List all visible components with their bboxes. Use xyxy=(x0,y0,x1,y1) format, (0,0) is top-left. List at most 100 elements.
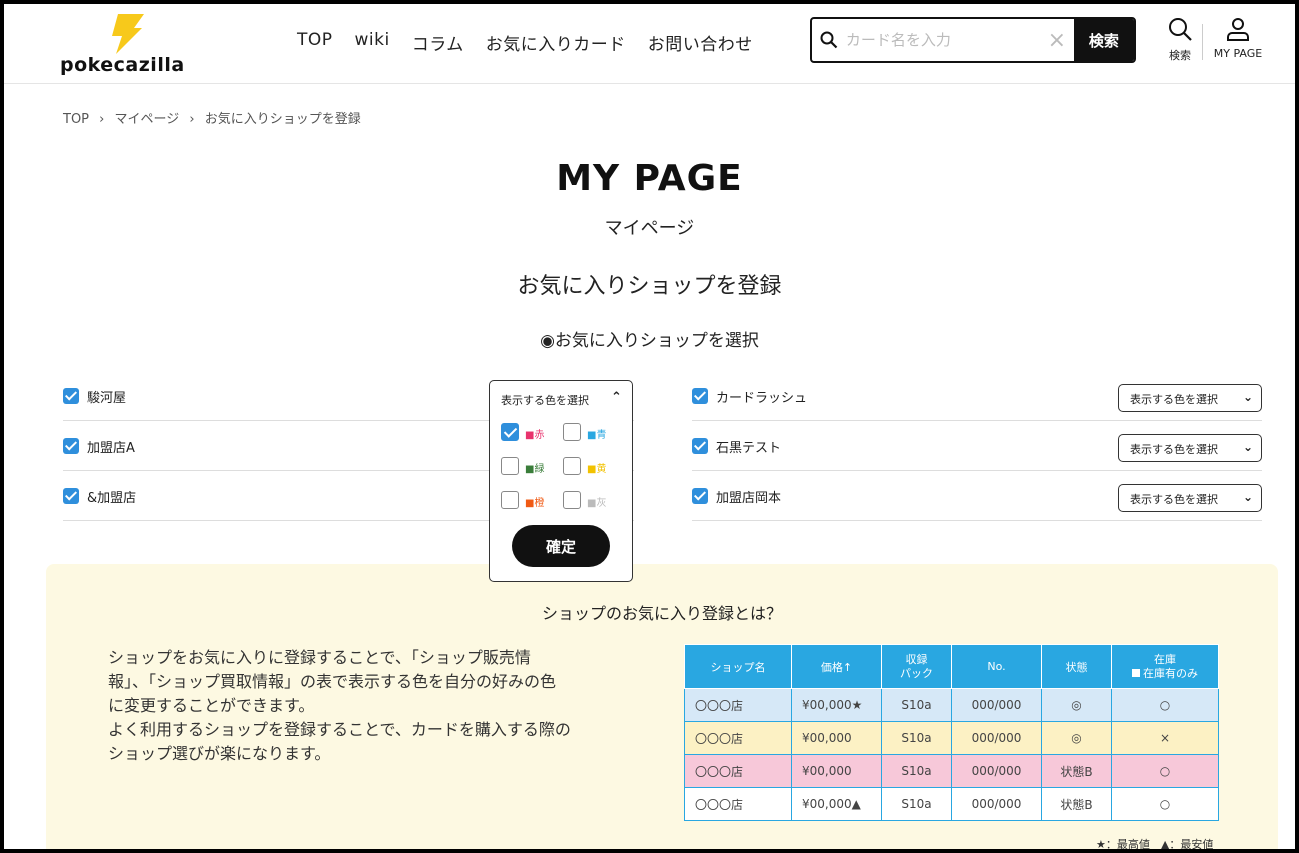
color-option-label: ■灰 xyxy=(587,498,607,509)
color-option-checkbox[interactable] xyxy=(563,457,581,475)
shop-name: &加盟店 xyxy=(87,491,137,506)
info-text-line: ショップをお気に入りに登録することで、「ショップ販売情 xyxy=(108,648,531,667)
site-header: pokecazilla TOP wiki コラム お気に入りカード お問い合わせ… xyxy=(4,4,1295,84)
table-row: 〇〇〇店 ¥00,000▲ S10a 000/000 状態B ○ xyxy=(684,787,1219,821)
shop-checkbox[interactable] xyxy=(63,388,79,404)
table-cell: S10a xyxy=(881,787,952,821)
info-text-line: ショップ選びが楽になります。 xyxy=(108,744,331,763)
table-cell: 状態B xyxy=(1041,787,1112,821)
table-header: ショップ名 xyxy=(684,644,792,689)
table-cell: S10a xyxy=(881,754,952,788)
info-text-line: に変更することができます。 xyxy=(108,696,315,715)
table-cell: ¥00,000 xyxy=(791,721,882,755)
confirm-button[interactable]: 確定 xyxy=(512,525,610,567)
mypage-label: MY PAGE xyxy=(1213,47,1263,60)
info-box: ショップのお気に入り登録とは？ ショップをお気に入りに登録することで、「ショップ… xyxy=(46,564,1278,849)
stock-filter-label: 在庫有のみ xyxy=(1143,666,1198,680)
search-icon xyxy=(812,19,846,61)
breadcrumb-separator: › xyxy=(189,112,195,127)
table-cell: 000/000 xyxy=(951,754,1042,788)
shop-checkbox[interactable] xyxy=(692,388,708,404)
table-cell: ◎ xyxy=(1041,721,1112,755)
search-bar: × 検索 xyxy=(810,17,1136,63)
table-row: 〇〇〇店 ¥00,000 S10a 000/000 ◎ × xyxy=(684,721,1219,755)
shop-checkbox[interactable] xyxy=(692,438,708,454)
table-cell: 状態B xyxy=(1041,754,1112,788)
search-button[interactable]: 検索 xyxy=(1073,19,1134,61)
color-option-label: ■青 xyxy=(587,430,607,441)
shop-checkbox[interactable] xyxy=(63,488,79,504)
nav-column[interactable]: コラム xyxy=(412,30,464,55)
site-logo[interactable]: pokecazilla xyxy=(60,14,184,76)
breadcrumb-current: お気に入りショップを登録 xyxy=(204,112,361,127)
color-select-label: 表示する色を選択 xyxy=(1130,393,1218,406)
chevron-up-icon: ⌃ xyxy=(611,390,622,405)
breadcrumb: TOP › マイページ › お気に入りショップを登録 xyxy=(63,108,367,127)
table-cell: 〇〇〇店 xyxy=(684,721,792,755)
info-text-line: 報」、「ショップ買取情報」の表で表示する色を自分の好みの色 xyxy=(108,672,557,691)
table-row: 〇〇〇店 ¥00,000★ S10a 000/000 ◎ ○ xyxy=(684,688,1219,722)
breadcrumb-mypage[interactable]: マイページ xyxy=(115,112,180,127)
shop-name: 加盟店A xyxy=(87,441,135,456)
chevron-down-icon: ⌄ xyxy=(1242,440,1253,454)
nav-top[interactable]: TOP xyxy=(297,30,333,55)
header-divider xyxy=(1202,24,1203,60)
color-dropdown-label: 表示する色を選択 xyxy=(501,394,589,407)
shop-name: カードラッシュ xyxy=(716,391,808,406)
chevron-down-icon: ⌄ xyxy=(1242,390,1253,404)
table-cell: 〇〇〇店 xyxy=(684,688,792,722)
color-dropdown-popup: 表示する色を選択 ⌃ ■赤 ■青 ■緑 ■黄 ■橙 ■灰 確定 xyxy=(489,380,633,582)
stock-filter: 在庫有のみ xyxy=(1112,667,1218,681)
select-heading: ◉お気に入りショップを選択 xyxy=(540,331,759,351)
main-nav: TOP wiki コラム お気に入りカード お問い合わせ xyxy=(297,30,775,55)
table-header: No. xyxy=(951,644,1042,689)
table-cell: 000/000 xyxy=(951,787,1042,821)
color-select[interactable]: 表示する色を選択 ⌄ xyxy=(1118,484,1262,512)
nav-favorite-cards[interactable]: お気に入りカード xyxy=(486,30,626,55)
breadcrumb-top[interactable]: TOP xyxy=(63,112,89,127)
color-select-label: 表示する色を選択 xyxy=(1130,493,1218,506)
color-dropdown-header[interactable]: 表示する色を選択 ⌃ xyxy=(501,390,622,408)
table-cell: × xyxy=(1111,721,1219,755)
color-option-checkbox[interactable] xyxy=(563,491,581,509)
shop-row: 石黒テスト 表示する色を選択 ⌄ xyxy=(692,421,1262,471)
header-search-link[interactable]: 検索 xyxy=(1150,16,1210,63)
shop-checkbox[interactable] xyxy=(692,488,708,504)
color-option-checkbox[interactable] xyxy=(563,423,581,441)
page-subtitle: マイページ xyxy=(604,218,695,239)
table-header: 状態 xyxy=(1041,644,1112,689)
mypage-link[interactable]: MY PAGE xyxy=(1208,16,1268,60)
color-option-label: ■黄 xyxy=(587,464,607,475)
color-option-label: ■緑 xyxy=(525,464,545,475)
search-icon xyxy=(1169,18,1192,41)
shop-name: 駿河屋 xyxy=(87,391,127,406)
section-title: お気に入りショップを登録 xyxy=(517,274,782,299)
table-cell: ¥00,000 xyxy=(791,754,882,788)
nav-contact[interactable]: お問い合わせ xyxy=(648,30,753,55)
table-cell: S10a xyxy=(881,721,952,755)
breadcrumb-separator: › xyxy=(99,112,105,127)
nav-wiki[interactable]: wiki xyxy=(355,30,390,55)
table-cell: 〇〇〇店 xyxy=(684,754,792,788)
info-text-line: よく利用するショップを登録することで、カードを購入する際の xyxy=(108,720,571,739)
shop-row: 加盟店岡本 表示する色を選択 ⌄ xyxy=(692,471,1262,521)
color-option-checkbox[interactable] xyxy=(501,457,519,475)
clear-icon[interactable]: × xyxy=(1040,19,1074,61)
table-cell: ¥00,000★ xyxy=(791,688,882,722)
shop-name: 石黒テスト xyxy=(716,441,782,456)
color-option-checkbox[interactable] xyxy=(501,491,519,509)
table-row: 〇〇〇店 ¥00,000 S10a 000/000 状態B ○ xyxy=(684,754,1219,788)
color-select[interactable]: 表示する色を選択 ⌄ xyxy=(1118,434,1262,462)
table-cell: ○ xyxy=(1111,688,1219,722)
table-cell: 000/000 xyxy=(951,688,1042,722)
color-option-checkbox[interactable] xyxy=(501,423,519,441)
sample-table: ショップ名 価格↑ 収録 パック No. 状態 在庫 在庫有のみ 〇〇〇店 ¥00… xyxy=(684,644,1219,821)
info-text: ショップをお気に入りに登録することで、「ショップ販売情 報」、「ショップ買取情報… xyxy=(108,646,648,766)
shop-checkbox[interactable] xyxy=(63,438,79,454)
color-select[interactable]: 表示する色を選択 ⌄ xyxy=(1118,384,1262,412)
stock-filter-checkbox xyxy=(1132,668,1140,677)
search-input[interactable] xyxy=(845,19,1040,61)
table-cell: ○ xyxy=(1111,754,1219,788)
table-header-stock: 在庫 在庫有のみ xyxy=(1111,644,1219,689)
table-cell: ○ xyxy=(1111,787,1219,821)
